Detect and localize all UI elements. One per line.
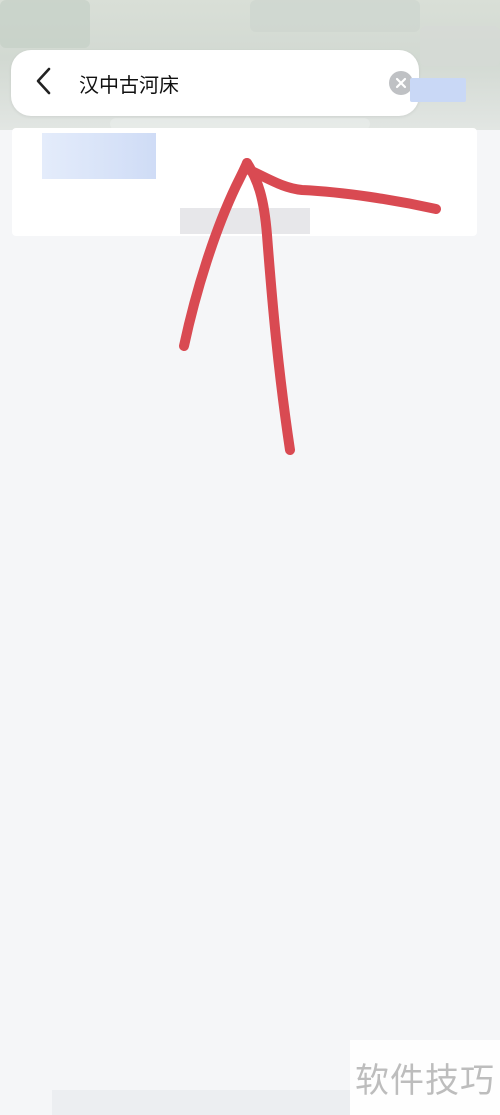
map-blur-tile bbox=[0, 0, 90, 48]
watermark: 软件技巧 bbox=[350, 1040, 500, 1115]
back-button[interactable] bbox=[19, 50, 69, 116]
watermark-text: 软件技巧 bbox=[355, 1061, 495, 1101]
map-blur-tile bbox=[420, 26, 500, 66]
search-input[interactable] bbox=[69, 63, 379, 103]
search-bar bbox=[11, 50, 419, 116]
result-text-placeholder bbox=[180, 208, 310, 234]
back-arrow-icon bbox=[33, 66, 55, 100]
result-thumbnail bbox=[42, 133, 156, 179]
map-blur-tile bbox=[250, 0, 420, 32]
clear-icon bbox=[395, 74, 407, 93]
search-page: 软件技巧 bbox=[0, 0, 500, 1115]
bottom-panel-edge bbox=[52, 1090, 350, 1115]
map-marker-blur bbox=[410, 78, 466, 102]
